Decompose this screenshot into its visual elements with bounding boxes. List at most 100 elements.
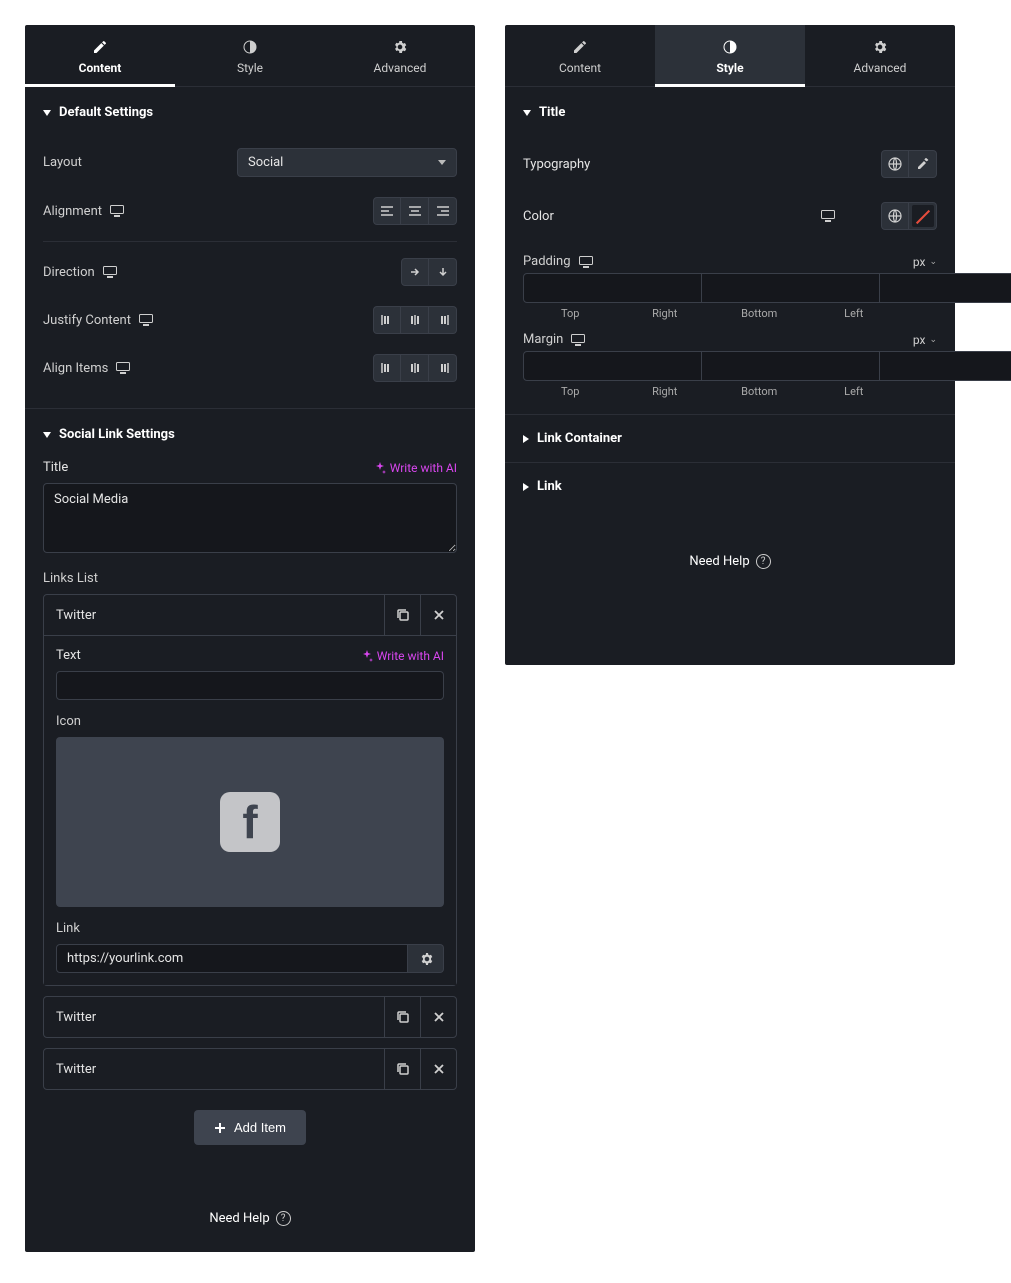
layout-select[interactable]: Social bbox=[237, 148, 457, 177]
direction-row-button[interactable] bbox=[401, 258, 429, 286]
link-container-section: Link Container bbox=[505, 415, 955, 463]
alignment-buttons bbox=[373, 197, 457, 225]
side-right-label: Right bbox=[618, 385, 713, 398]
title-section-header[interactable]: Title bbox=[523, 103, 937, 122]
duplicate-button[interactable] bbox=[384, 1049, 420, 1089]
default-settings-section: Default Settings Layout Social Alignment bbox=[25, 87, 475, 409]
desktop-icon bbox=[579, 256, 593, 268]
social-link-header[interactable]: Social Link Settings bbox=[43, 425, 457, 444]
help-icon: ? bbox=[276, 1211, 291, 1226]
align-center-btn[interactable] bbox=[401, 354, 429, 382]
link-url-input[interactable] bbox=[56, 944, 408, 973]
desktop-icon bbox=[139, 314, 153, 326]
tab-content[interactable]: Content bbox=[25, 25, 175, 86]
global-color-button[interactable] bbox=[881, 202, 909, 230]
justify-end-button[interactable] bbox=[429, 306, 457, 334]
align-start-button[interactable] bbox=[373, 354, 401, 382]
edit-typography-button[interactable] bbox=[909, 150, 937, 178]
align-left-button[interactable] bbox=[373, 197, 401, 225]
pencil-icon bbox=[572, 39, 588, 55]
justify-start-button[interactable] bbox=[373, 306, 401, 334]
desktop-icon bbox=[116, 362, 130, 374]
layout-value: Social bbox=[248, 155, 283, 170]
remove-button[interactable] bbox=[420, 1049, 456, 1089]
color-picker-button[interactable] bbox=[909, 202, 937, 230]
caret-down-icon bbox=[43, 432, 51, 438]
margin-label: Margin bbox=[523, 332, 585, 347]
link-container-header[interactable]: Link Container bbox=[523, 427, 937, 450]
desktop-icon bbox=[103, 266, 117, 278]
tab-advanced-label: Advanced bbox=[854, 61, 907, 75]
layout-label: Layout bbox=[43, 155, 82, 170]
padding-label: Padding bbox=[523, 254, 593, 269]
margin-top-input[interactable] bbox=[523, 351, 702, 381]
margin-right-input[interactable] bbox=[702, 351, 880, 381]
padding-bottom-input[interactable] bbox=[880, 273, 1011, 303]
need-help-link[interactable]: Need Help ? bbox=[505, 534, 955, 595]
facebook-icon: f bbox=[220, 792, 280, 852]
link-item-title[interactable]: Twitter bbox=[44, 598, 384, 633]
write-with-ai-link[interactable]: Write with AI bbox=[374, 461, 457, 475]
padding-unit-select[interactable]: px ⌄ bbox=[913, 255, 937, 269]
social-link-section: Social Link Settings Title Write with AI… bbox=[25, 409, 475, 1191]
need-help-link[interactable]: Need Help ? bbox=[25, 1191, 475, 1252]
direction-column-button[interactable] bbox=[429, 258, 457, 286]
link-header[interactable]: Link bbox=[523, 475, 937, 498]
align-end-button[interactable] bbox=[429, 354, 457, 382]
remove-button[interactable] bbox=[420, 997, 456, 1037]
icon-field-label: Icon bbox=[56, 714, 444, 729]
typography-label: Typography bbox=[523, 157, 590, 172]
direction-buttons bbox=[401, 258, 457, 286]
tab-style-label: Style bbox=[716, 61, 743, 75]
tab-advanced[interactable]: Advanced bbox=[325, 25, 475, 86]
tab-advanced[interactable]: Advanced bbox=[805, 25, 955, 86]
link-options-button[interactable] bbox=[408, 944, 444, 973]
text-input[interactable] bbox=[56, 671, 444, 700]
tab-advanced-label: Advanced bbox=[374, 61, 427, 75]
add-item-button[interactable]: Add Item bbox=[194, 1110, 306, 1145]
text-field-label: Text bbox=[56, 648, 81, 663]
contrast-icon bbox=[722, 39, 738, 55]
align-center-button[interactable] bbox=[401, 197, 429, 225]
margin-unit-select[interactable]: px ⌄ bbox=[913, 333, 937, 347]
tab-style[interactable]: Style bbox=[655, 25, 805, 86]
title-textarea[interactable] bbox=[43, 483, 457, 553]
write-with-ai-link[interactable]: Write with AI bbox=[361, 649, 444, 663]
remove-button[interactable] bbox=[420, 595, 456, 635]
align-right-button[interactable] bbox=[429, 197, 457, 225]
duplicate-button[interactable] bbox=[384, 595, 420, 635]
social-link-title: Social Link Settings bbox=[59, 427, 175, 442]
margin-bottom-input[interactable] bbox=[880, 351, 1011, 381]
pencil-icon bbox=[917, 158, 929, 170]
tab-style[interactable]: Style bbox=[175, 25, 325, 86]
align-items-label: Align Items bbox=[43, 361, 130, 376]
side-top-label: Top bbox=[523, 385, 618, 398]
direction-label: Direction bbox=[43, 265, 117, 280]
padding-inputs bbox=[523, 273, 937, 303]
side-top-label: Top bbox=[523, 307, 618, 320]
gear-icon bbox=[419, 952, 433, 966]
link-item-title[interactable]: Twitter bbox=[44, 1052, 384, 1087]
duplicate-button[interactable] bbox=[384, 997, 420, 1037]
justify-label: Justify Content bbox=[43, 313, 153, 328]
padding-top-input[interactable] bbox=[523, 273, 702, 303]
icon-preview[interactable]: f bbox=[56, 737, 444, 907]
caret-right-icon bbox=[523, 435, 529, 443]
title-section-title: Title bbox=[539, 105, 565, 120]
default-settings-header[interactable]: Default Settings bbox=[43, 103, 457, 122]
link-field-label: Link bbox=[56, 921, 444, 936]
divider bbox=[43, 241, 457, 242]
link-item-title[interactable]: Twitter bbox=[44, 1000, 384, 1035]
gear-icon bbox=[872, 39, 888, 55]
style-panel: Content Style Advanced Title Typography bbox=[505, 25, 955, 665]
side-bottom-label: Bottom bbox=[712, 307, 807, 320]
tab-content[interactable]: Content bbox=[505, 25, 655, 86]
padding-right-input[interactable] bbox=[702, 273, 880, 303]
content-panel: Content Style Advanced Default Settings … bbox=[25, 25, 475, 1252]
link-item: Twitter bbox=[43, 1048, 457, 1090]
plus-icon bbox=[214, 1122, 226, 1134]
global-typography-button[interactable] bbox=[881, 150, 909, 178]
tabs-bar: Content Style Advanced bbox=[505, 25, 955, 87]
tab-content-label: Content bbox=[559, 61, 601, 75]
justify-center-button[interactable] bbox=[401, 306, 429, 334]
